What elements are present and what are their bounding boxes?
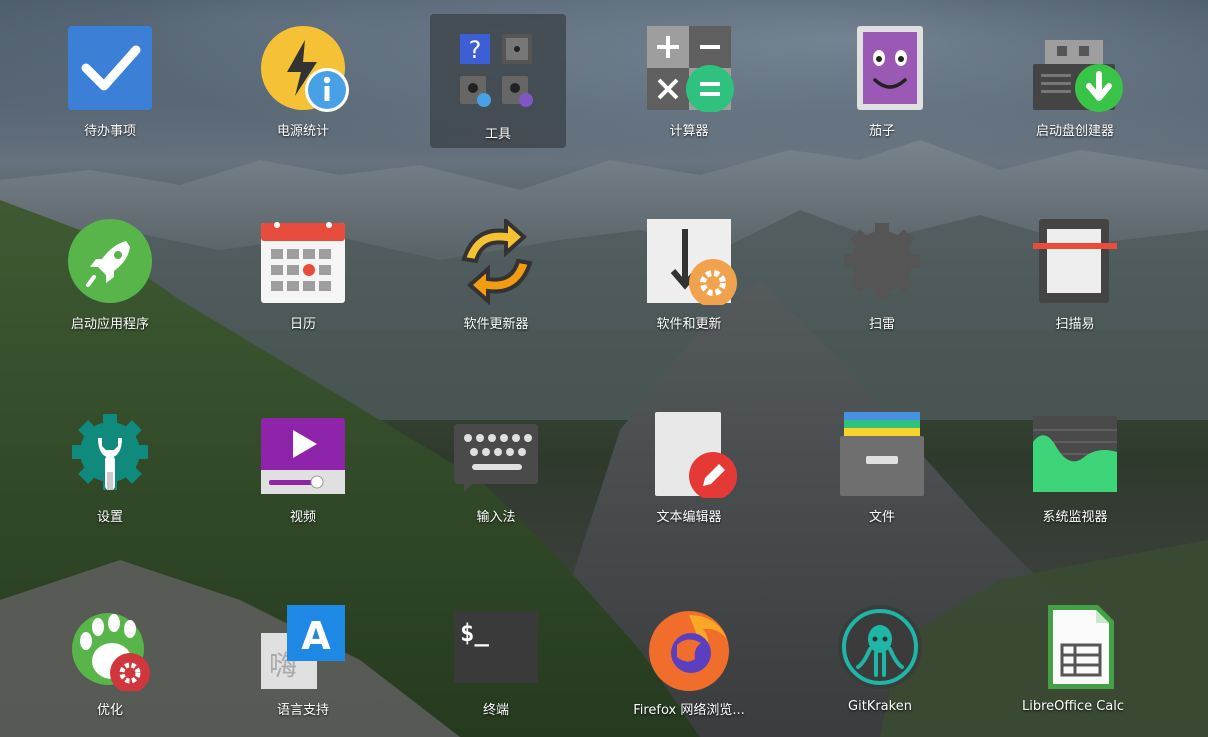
language-a-icon: 嗨 A (261, 605, 347, 691)
system-monitor-icon (1033, 412, 1119, 498)
app-label: LibreOffice Calc (1021, 699, 1125, 714)
language-letter: A (301, 614, 331, 658)
download-gear-icon (647, 219, 737, 307)
app-simple-scan[interactable]: 扫描易 (1007, 207, 1143, 341)
app-calendar[interactable]: 日历 (235, 207, 371, 341)
app-label: 设置 (96, 510, 123, 525)
app-label: 优化 (96, 703, 123, 718)
app-libreoffice-calc[interactable]: LibreOffice Calc (1005, 593, 1141, 727)
wrench-gear-icon (68, 412, 154, 498)
app-label: Firefox 网络浏览... (633, 703, 745, 718)
app-label: 计算器 (669, 124, 709, 139)
app-label: 系统监视器 (1042, 510, 1108, 525)
app-gitkraken[interactable]: GitKraken (812, 593, 948, 727)
app-grid: 待办事项 电源统计 ? 工具 计算器 茄子 启动盘创建器 启动应用程序 日历 软… (0, 0, 1208, 737)
gnome-foot-gear-icon (68, 605, 154, 693)
app-label: 启动盘创建器 (1035, 124, 1114, 139)
app-files[interactable]: 文件 (814, 400, 950, 534)
app-label: 文本编辑器 (656, 510, 722, 525)
app-label: 软件和更新 (656, 317, 722, 332)
app-mines[interactable]: 扫雷 (814, 207, 950, 341)
app-software-updater[interactable]: 软件更新器 (428, 207, 564, 341)
cheese-face-icon (848, 26, 934, 112)
calendar-icon (261, 219, 347, 305)
app-software-and-updates[interactable]: 软件和更新 (621, 207, 757, 341)
calculator-icon (647, 26, 734, 113)
app-settings[interactable]: 设置 (42, 400, 178, 534)
usb-download-icon (1033, 26, 1123, 112)
app-input-method[interactable]: 输入法 (428, 400, 564, 534)
app-label: 扫描易 (1055, 317, 1095, 332)
question-mark: ? (469, 36, 482, 64)
keyboard-icon (454, 412, 540, 498)
mine-gear-icon (840, 219, 926, 305)
app-todo[interactable]: 待办事项 (42, 14, 178, 148)
checkmark-icon (68, 26, 154, 112)
rocket-icon (68, 219, 154, 305)
firefox-icon (647, 605, 733, 691)
app-firefox[interactable]: Firefox 网络浏览... (621, 593, 757, 727)
gitkraken-icon (838, 605, 924, 691)
app-tools-folder[interactable]: ? 工具 (430, 14, 566, 148)
app-label: 视频 (289, 510, 316, 525)
video-player-icon (261, 412, 347, 498)
app-cheese[interactable]: 茄子 (814, 14, 950, 148)
app-label: 输入法 (476, 510, 516, 525)
app-language-support[interactable]: 嗨 A 语言支持 (235, 593, 371, 727)
scanner-icon (1033, 219, 1119, 305)
document-pencil-icon (647, 412, 737, 500)
app-label: 工具 (484, 127, 511, 142)
terminal-icon: $_ (454, 605, 540, 691)
app-label: 茄子 (868, 124, 895, 139)
spreadsheet-icon (1039, 605, 1125, 691)
app-system-monitor[interactable]: 系统监视器 (1007, 400, 1143, 534)
app-label: 启动应用程序 (70, 317, 149, 332)
tools-folder-icon: ? (458, 30, 538, 110)
app-videos[interactable]: 视频 (235, 400, 371, 534)
terminal-prompt: $_ (460, 619, 489, 647)
app-text-editor[interactable]: 文本编辑器 (621, 400, 757, 534)
app-startup-disk-creator[interactable]: 启动盘创建器 (1007, 14, 1143, 148)
app-label: GitKraken (848, 699, 912, 714)
file-cabinet-icon (840, 412, 926, 498)
app-label: 软件更新器 (463, 317, 529, 332)
app-label: 文件 (868, 510, 895, 525)
app-tweaks[interactable]: 优化 (42, 593, 178, 727)
app-power-statistics[interactable]: 电源统计 (235, 14, 371, 148)
app-calculator[interactable]: 计算器 (621, 14, 757, 148)
app-label: 电源统计 (276, 124, 329, 139)
app-label: 终端 (482, 703, 509, 718)
app-terminal[interactable]: $_ 终端 (428, 593, 564, 727)
app-launcher[interactable]: 启动应用程序 (42, 207, 178, 341)
app-label: 日历 (289, 317, 316, 332)
power-info-icon (261, 26, 349, 112)
app-label: 待办事项 (83, 124, 136, 139)
app-label: 扫雷 (868, 317, 895, 332)
update-arrows-icon (454, 216, 540, 306)
app-label: 语言支持 (276, 703, 329, 718)
